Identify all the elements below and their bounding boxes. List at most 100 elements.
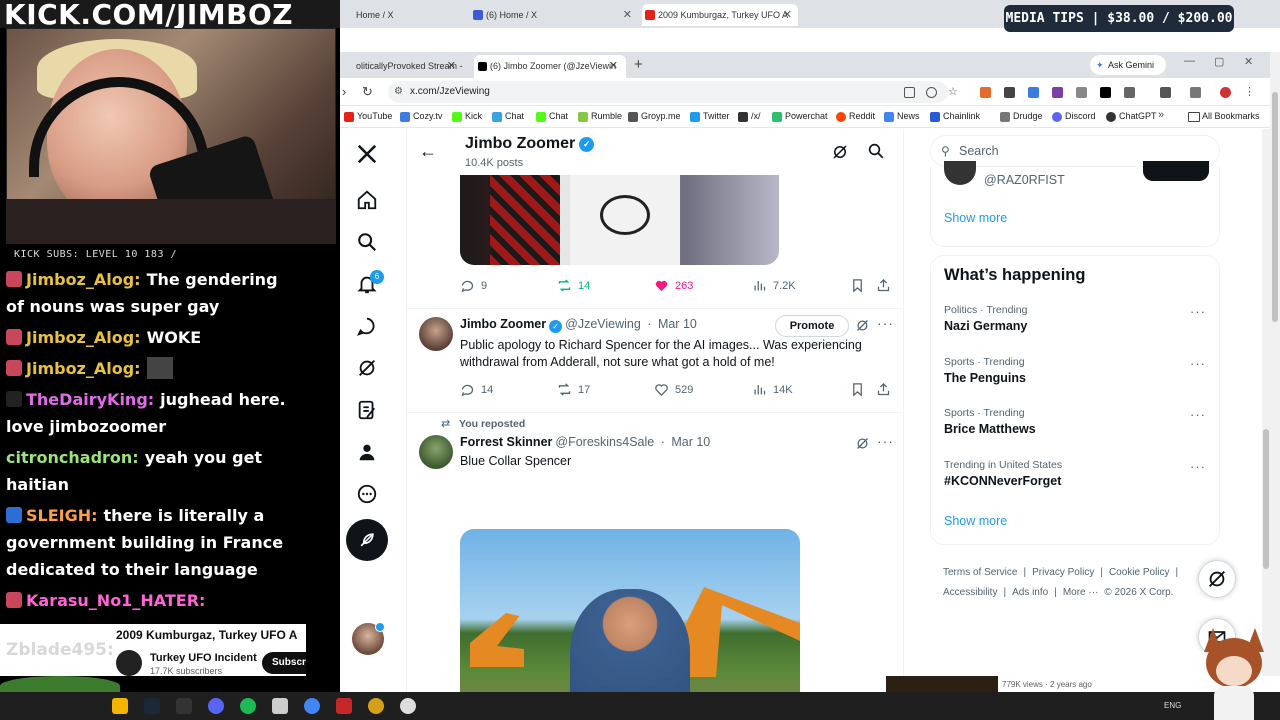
shield-icon[interactable]: [1004, 87, 1015, 98]
suggested-user-avatar[interactable]: [944, 161, 976, 185]
folder-icon[interactable]: [112, 698, 128, 714]
video-title[interactable]: 2009 Kumburgaz, Turkey UFO A: [116, 628, 306, 642]
post-author-avatar[interactable]: [419, 317, 453, 351]
reload-icon[interactable]: ↻: [362, 84, 373, 100]
bookmark-kick[interactable]: Kick: [452, 111, 482, 122]
reply-button[interactable]: 9: [460, 278, 487, 293]
compose-post-button[interactable]: [346, 519, 388, 561]
bookmark-button[interactable]: [850, 278, 865, 293]
spotify-icon[interactable]: [240, 698, 256, 714]
zoom-icon[interactable]: [926, 87, 937, 98]
puzzle-icon[interactable]: [1124, 87, 1135, 98]
app-icon[interactable]: [272, 698, 288, 714]
reading-list-icon[interactable]: [1190, 87, 1201, 98]
steam-icon[interactable]: [144, 698, 160, 714]
footer-link[interactable]: Terms of Service: [943, 567, 1017, 578]
reply-button[interactable]: 14: [460, 382, 493, 397]
more-options-icon[interactable]: ···: [877, 433, 894, 449]
home-icon[interactable]: [354, 187, 380, 213]
close-tab-icon[interactable]: ✕: [783, 4, 792, 26]
outer-scrollbar[interactable]: [1270, 52, 1280, 692]
youtube-video-popup[interactable]: Zblade495: 2009 Kumburgaz, Turkey UFO A …: [0, 624, 306, 676]
views-button[interactable]: 7.2K: [752, 278, 796, 293]
account-avatar[interactable]: [352, 622, 385, 655]
extension-icon[interactable]: [1076, 87, 1087, 98]
post-media-image[interactable]: [460, 529, 800, 692]
install-icon[interactable]: [904, 87, 915, 98]
forward-icon[interactable]: ›: [342, 84, 346, 99]
terminal-icon[interactable]: [176, 698, 192, 714]
grok-icon[interactable]: [855, 318, 870, 338]
star-icon[interactable]: ☆: [948, 87, 959, 98]
back-tab-home[interactable]: Home / X: [340, 4, 468, 26]
video-thumbnail[interactable]: [886, 676, 998, 692]
close-tab-icon[interactable]: ✕: [447, 55, 456, 78]
back-arrow-icon[interactable]: ←: [419, 141, 437, 162]
trend-item[interactable]: Trending in United States #KCONNeverForge…: [944, 459, 1214, 488]
menu-icon[interactable]: ⋮: [1244, 87, 1255, 98]
minimize-icon[interactable]: —: [1184, 55, 1195, 67]
grok-icon[interactable]: [831, 143, 849, 166]
close-tab-icon[interactable]: ✕: [623, 4, 632, 26]
search-icon[interactable]: [354, 229, 380, 255]
bookmark-chat-2[interactable]: Chat: [536, 111, 568, 122]
close-window-icon[interactable]: ✕: [1244, 55, 1253, 68]
search-icon[interactable]: [867, 142, 885, 165]
share-button[interactable]: [876, 278, 891, 293]
trend-item[interactable]: Sports · Trending Brice Matthews ···: [944, 407, 1214, 436]
media-icon[interactable]: [1160, 87, 1171, 98]
page-scrollbar[interactable]: [1262, 129, 1270, 692]
back-tab-home-6[interactable]: (6) Home / X ✕: [470, 4, 638, 26]
post-media-image[interactable]: [460, 175, 779, 265]
bookmark-chat[interactable]: Chat: [492, 111, 524, 122]
x-extension-icon[interactable]: [1100, 87, 1111, 98]
language-indicator[interactable]: ENG: [1164, 701, 1181, 710]
chevron-right-icon[interactable]: »: [1158, 109, 1164, 121]
more-circle-icon[interactable]: [354, 481, 380, 507]
footer-link[interactable]: More ···: [1063, 587, 1099, 598]
scroll-thumb[interactable]: [1263, 429, 1269, 569]
bookmark-button[interactable]: [850, 382, 865, 397]
more-options-icon[interactable]: ···: [1190, 304, 1206, 319]
app-icon[interactable]: [400, 698, 416, 714]
follow-button[interactable]: [1143, 161, 1209, 181]
like-button[interactable]: 263: [654, 278, 693, 293]
like-button[interactable]: 529: [654, 382, 693, 397]
grok-floating-button[interactable]: [1198, 560, 1236, 598]
profile-icon[interactable]: [1220, 87, 1231, 98]
promote-button[interactable]: Promote: [775, 315, 849, 337]
back-tab-youtube[interactable]: 2009 Kumburgaz, Turkey UFO A ✕: [642, 4, 798, 26]
footer-link[interactable]: Cookie Policy: [1109, 567, 1170, 578]
bookmark-rumble[interactable]: Rumble: [578, 111, 622, 122]
ask-gemini-button[interactable]: Ask Gemini: [1090, 55, 1166, 75]
x-logo-icon[interactable]: [354, 141, 380, 167]
more-options-icon[interactable]: ···: [1190, 356, 1206, 371]
chrome-icon[interactable]: [304, 698, 320, 714]
channel-avatar[interactable]: [116, 650, 142, 676]
new-tab-icon[interactable]: +: [634, 55, 643, 75]
subscribe-button[interactable]: Subscri: [262, 652, 306, 674]
site-info-icon[interactable]: ⚙: [394, 81, 403, 103]
grok-icon[interactable]: [354, 355, 380, 381]
tab-stream[interactable]: oliticallyProvoked Stream - Wa✕: [340, 55, 464, 78]
bookmark-groyp[interactable]: Groyp.me: [628, 111, 681, 122]
share-button[interactable]: [876, 382, 891, 397]
scroll-thumb[interactable]: [1272, 92, 1278, 322]
maximize-icon[interactable]: ▢: [1214, 55, 1224, 68]
post-author-avatar[interactable]: [419, 435, 453, 469]
bookmark-youtube[interactable]: YouTube: [344, 111, 392, 122]
bookmark-powerchat[interactable]: Powerchat: [772, 111, 828, 122]
all-bookmarks[interactable]: All Bookmarks: [1188, 111, 1260, 122]
more-options-icon[interactable]: ···: [1190, 459, 1206, 474]
more-options-icon[interactable]: ···: [877, 315, 894, 331]
lists-icon[interactable]: [354, 397, 380, 423]
bookmark-reddit[interactable]: Reddit: [836, 111, 875, 122]
footer-link[interactable]: Accessibility: [943, 587, 997, 598]
tab-x-profile[interactable]: (6) Jimbo Zoomer (@JzeViewin ✕: [474, 55, 626, 78]
messages-icon[interactable]: [354, 313, 380, 339]
more-options-icon[interactable]: ···: [1190, 407, 1206, 422]
channel-name[interactable]: Turkey UFO Incident: [150, 652, 257, 664]
views-button[interactable]: 14K: [752, 382, 793, 397]
suggested-user-handle[interactable]: @RAZ0RFIST: [984, 173, 1065, 187]
app-icon[interactable]: [336, 698, 352, 714]
